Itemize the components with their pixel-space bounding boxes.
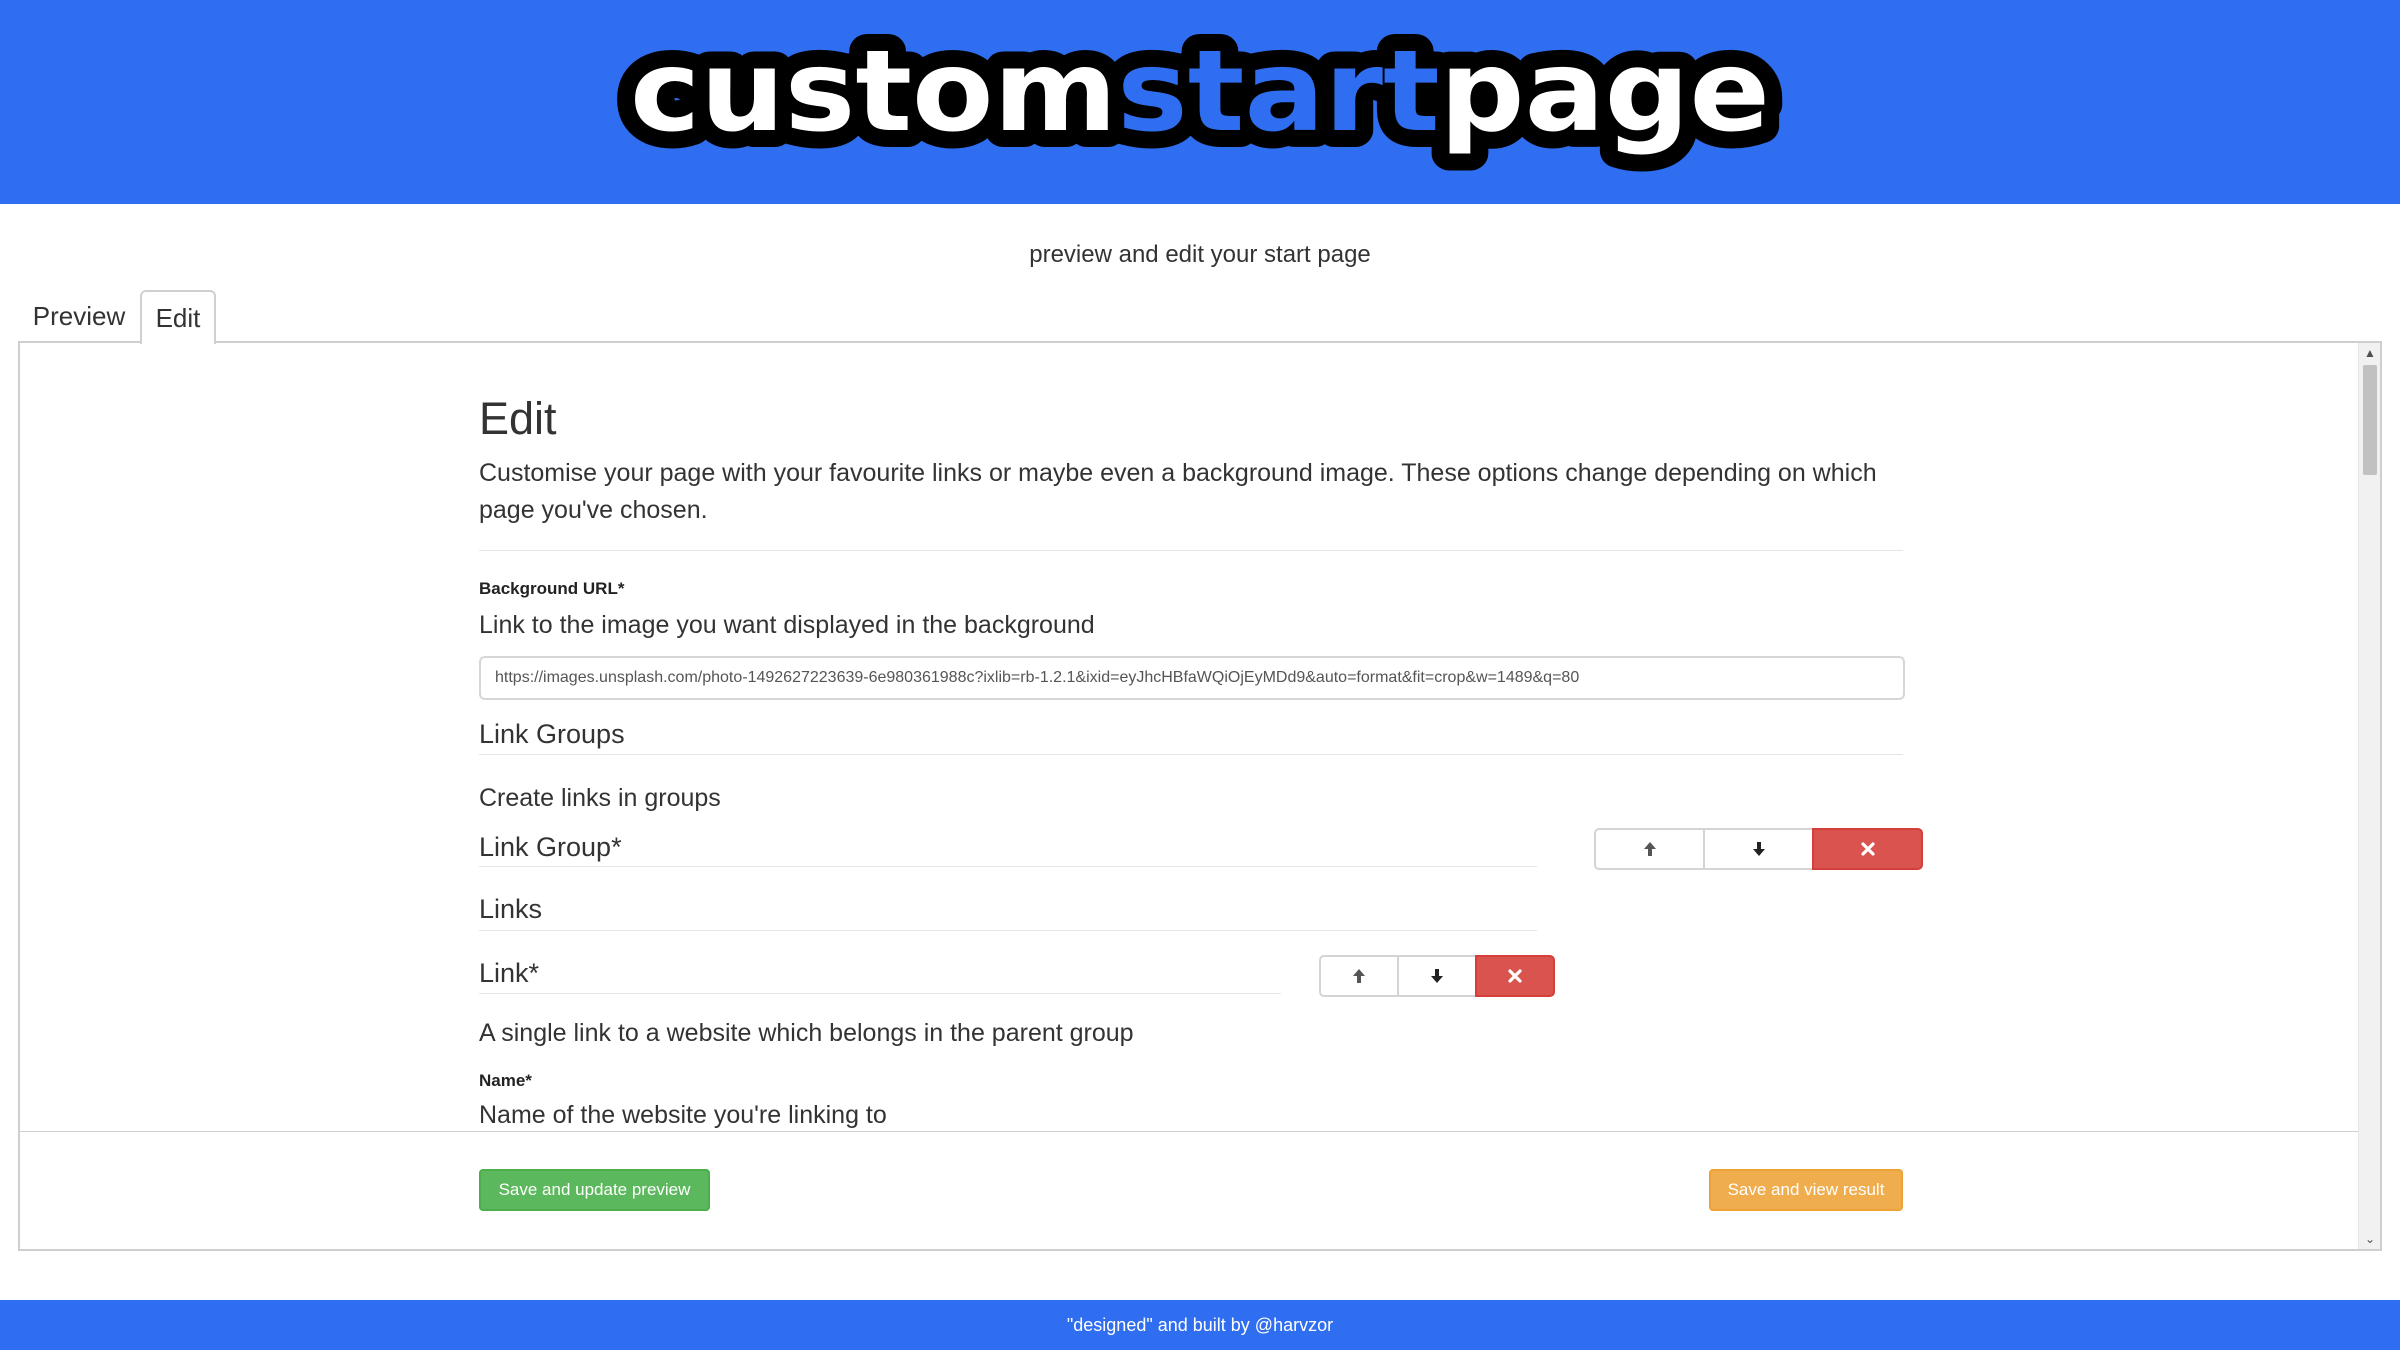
arrow-up-icon (1353, 969, 1365, 983)
close-icon (1508, 969, 1522, 983)
arrow-down-icon (1431, 969, 1443, 983)
arrow-down-icon (1752, 842, 1765, 856)
link-group-title: Link Group* (479, 832, 622, 862)
background-url-help: Link to the image you want displayed in … (479, 611, 1095, 639)
logo-custom-text: custom (630, 27, 1117, 157)
tab-preview[interactable]: Preview (18, 290, 140, 342)
page-footer: "designed" and built by @harvzor (0, 1300, 2400, 1350)
edit-description: Customise your page with your favourite … (479, 459, 1877, 524)
scroll-up-icon[interactable]: ▲ (2359, 343, 2381, 363)
edit-form-scroll-area[interactable]: Edit Customise your page with your favou… (20, 343, 2360, 1131)
arrow-up-icon (1643, 842, 1656, 856)
background-url-label: Background URL* (479, 579, 625, 598)
divider (479, 930, 1537, 931)
link-title: Link* (479, 958, 540, 988)
divider (479, 754, 1903, 755)
link-groups-description: Create links in groups (479, 784, 721, 812)
link-remove-button[interactable] (1475, 955, 1555, 997)
divider (479, 550, 1903, 551)
group-move-down-button[interactable] (1703, 828, 1814, 870)
scrollbar-thumb[interactable] (2363, 365, 2377, 475)
scroll-down-icon[interactable]: ⌄ (2359, 1229, 2381, 1249)
link-move-down-button[interactable] (1397, 955, 1477, 997)
name-label: Name* (479, 1071, 532, 1090)
save-and-view-result-button[interactable]: Save and view result (1709, 1169, 1903, 1211)
logo-page-text: page (1440, 27, 1770, 157)
link-controls (1319, 955, 1555, 997)
footer-credit: "designed" and built by @harvzor (1066, 1314, 1334, 1335)
divider (479, 866, 1537, 867)
svg-text:customstartpage: custom start page (630, 27, 1770, 157)
site-header: custom start page custom start page (0, 0, 2400, 204)
group-move-up-button[interactable] (1594, 828, 1705, 870)
name-help: Name of the website you're linking to (479, 1101, 887, 1129)
edit-title: Edit (479, 393, 557, 444)
link-move-up-button[interactable] (1319, 955, 1399, 997)
link-groups-title: Link Groups (479, 719, 625, 749)
links-title: Links (479, 894, 543, 924)
panel-scrollbar[interactable]: ▲ ⌄ (2358, 343, 2380, 1249)
logo-start-text: start (1117, 27, 1440, 157)
form-actions-divider (20, 1131, 2360, 1132)
close-icon (1860, 842, 1875, 856)
background-url-input[interactable] (479, 656, 1905, 700)
divider (479, 993, 1281, 994)
link-group-controls (1594, 828, 1923, 870)
save-and-update-preview-button[interactable]: Save and update preview (479, 1169, 710, 1211)
page-subtitle: preview and edit your start page (1029, 241, 1371, 268)
group-remove-button[interactable] (1812, 828, 1923, 870)
site-logo: custom start page custom start page (613, 10, 1787, 174)
link-description: A single link to a website which belongs… (479, 1019, 1134, 1047)
edit-panel: Edit Customise your page with your favou… (18, 341, 2382, 1251)
tab-edit[interactable]: Edit (140, 290, 216, 344)
